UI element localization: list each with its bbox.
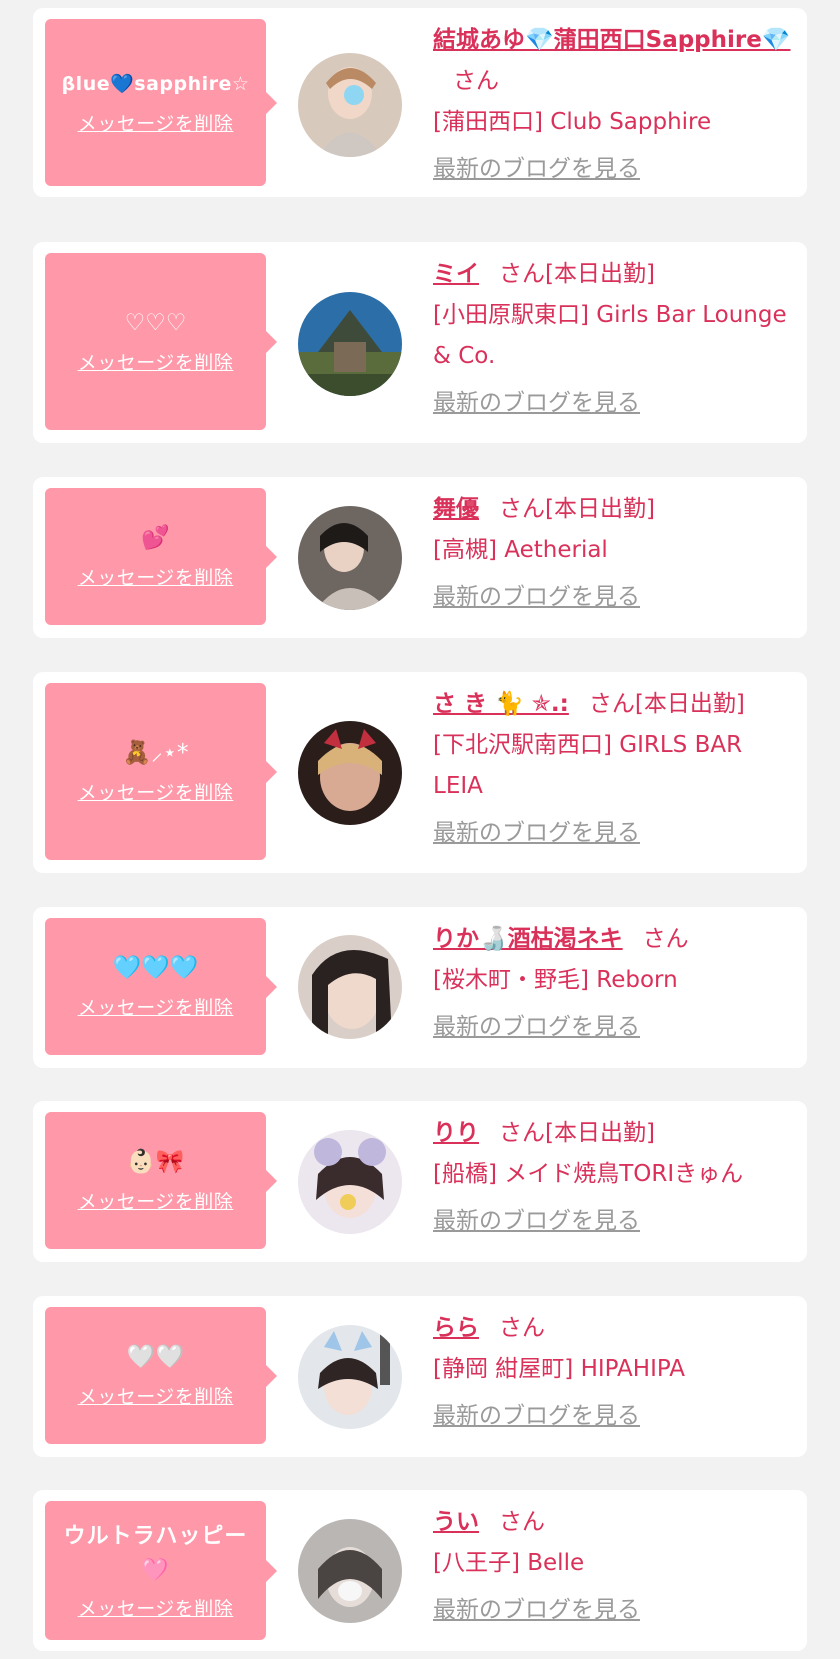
message-bubble: ウルトラハッピー🩷 メッセージを削除 <box>45 1501 277 1640</box>
shop-name: [下北沢駅南西口] GIRLS BAR LEIA <box>433 732 743 799</box>
message-text: 💕 <box>141 525 170 551</box>
cast-name-link[interactable]: うい <box>433 1509 479 1535</box>
message-card: 🩵🩵🩵 メッセージを削除 りか🍶酒枯渇ネキ さん [桜木町・野毛] Reborn … <box>33 907 807 1068</box>
shop-name: [桜木町・野毛] Reborn <box>433 967 678 993</box>
message-card: ♡♡♡ メッセージを削除 ミイ さん[本日出勤] [小田原駅東口] Girls B… <box>33 242 807 443</box>
avatar-image <box>298 292 402 396</box>
message-text: ♡♡♡ <box>124 310 187 336</box>
delete-message-link[interactable]: メッセージを削除 <box>78 1187 234 1214</box>
honorific: さん <box>499 1509 545 1535</box>
message-text: 🩵🩵🩵 <box>112 955 199 981</box>
honorific: さん <box>499 496 545 522</box>
honorific: さん <box>499 261 545 287</box>
work-status: [本日出勤] <box>545 496 655 522</box>
avatar-image <box>298 1130 402 1234</box>
message-card: 🤍🤍 メッセージを削除 らら さん [静岡 紺屋町] HIPAHIPA 最新のブロ… <box>33 1296 807 1457</box>
message-card: βlue💙sapphire☆ メッセージを削除 結城あゆ💎蒲田西口Sapphir… <box>33 8 807 197</box>
message-card: 💕 メッセージを削除 舞優 さん[本日出勤] [高槻] Aetherial 最新の… <box>33 477 807 638</box>
latest-blog-link[interactable]: 最新のブログを見る <box>433 1007 640 1048</box>
shop-name: [高槻] Aetherial <box>433 537 608 563</box>
shop-name: [蒲田西口] Club Sapphire <box>433 109 712 135</box>
honorific: さん <box>642 926 689 952</box>
honorific: さん <box>588 691 635 717</box>
message-text: 🤍🤍 <box>126 1344 185 1370</box>
shop-name: [八王子] Belle <box>433 1550 585 1576</box>
honorific: さん <box>499 1120 545 1146</box>
avatar-image <box>298 935 402 1039</box>
message-bubble: βlue💙sapphire☆ メッセージを削除 <box>45 19 277 186</box>
work-status: [本日出勤] <box>634 691 745 717</box>
honorific: さん <box>453 68 499 94</box>
cast-name-link[interactable]: さ き 🐈 ✯.: <box>433 691 569 717</box>
latest-blog-link[interactable]: 最新のブログを見る <box>433 813 640 854</box>
shop-name: [船橋] メイド焼鳥TORIきゅん <box>433 1161 744 1187</box>
cast-info: ミイ さん[本日出勤] [小田原駅東口] Girls Bar Lounge & C… <box>433 254 795 424</box>
avatar[interactable] <box>298 53 402 157</box>
work-status: [本日出勤] <box>545 1120 655 1146</box>
latest-blog-link[interactable]: 最新のブログを見る <box>433 383 640 424</box>
avatar-image <box>298 1325 402 1429</box>
message-card: ウルトラハッピー🩷 メッセージを削除 うい さん [八王子] Belle 最新のブ… <box>33 1490 807 1651</box>
delete-message-link[interactable]: メッセージを削除 <box>78 993 234 1020</box>
cast-name-link[interactable]: ミイ <box>433 261 479 287</box>
avatar[interactable] <box>298 1519 402 1623</box>
message-text: 🧸⸝⋆* <box>122 740 189 766</box>
cast-name-link[interactable]: 舞優 <box>433 496 479 522</box>
delete-message-link[interactable]: メッセージを削除 <box>78 348 234 375</box>
avatar[interactable] <box>298 1130 402 1234</box>
latest-blog-link[interactable]: 最新のブログを見る <box>433 1396 640 1437</box>
avatar[interactable] <box>298 506 402 610</box>
cast-name-link[interactable]: りり <box>433 1120 479 1146</box>
work-status: [本日出勤] <box>545 261 655 287</box>
cast-name-link[interactable]: りか🍶酒枯渇ネキ <box>433 926 623 952</box>
delete-message-link[interactable]: メッセージを削除 <box>78 778 234 805</box>
message-text: βlue💙sapphire☆ <box>61 73 250 95</box>
cast-info: 舞優 さん[本日出勤] [高槻] Aetherial 最新のブログを見る <box>433 489 795 618</box>
avatar-image <box>298 721 402 825</box>
message-card: 🧸⸝⋆* メッセージを削除 さ き 🐈 ✯.: さん[本日出勤] [下北沢駅南西口… <box>33 672 807 873</box>
message-text: ウルトラハッピー🩷 <box>63 1524 248 1583</box>
avatar[interactable] <box>298 935 402 1039</box>
latest-blog-link[interactable]: 最新のブログを見る <box>433 1590 640 1631</box>
avatar-image <box>298 1519 402 1623</box>
latest-blog-link[interactable]: 最新のブログを見る <box>433 149 640 190</box>
cast-info: 結城あゆ💎蒲田西口Sapphire💎 さん [蒲田西口] Club Sapphir… <box>433 20 795 190</box>
cast-info: りり さん[本日出勤] [船橋] メイド焼鳥TORIきゅん 最新のブログを見る <box>433 1113 795 1242</box>
avatar-image <box>298 506 402 610</box>
message-bubble: 🩵🩵🩵 メッセージを削除 <box>45 918 277 1055</box>
avatar[interactable] <box>298 1325 402 1429</box>
shop-name: [小田原駅東口] Girls Bar Lounge & Co. <box>433 302 787 369</box>
message-card: 👶🏻🎀 メッセージを削除 りり さん[本日出勤] [船橋] メイド焼鳥TORIきゅ… <box>33 1101 807 1262</box>
message-bubble: ♡♡♡ メッセージを削除 <box>45 253 277 430</box>
cast-info: りか🍶酒枯渇ネキ さん [桜木町・野毛] Reborn 最新のブログを見る <box>433 919 795 1048</box>
delete-message-link[interactable]: メッセージを削除 <box>78 563 234 590</box>
message-bubble: 👶🏻🎀 メッセージを削除 <box>45 1112 277 1249</box>
message-bubble: 🤍🤍 メッセージを削除 <box>45 1307 277 1444</box>
delete-message-link[interactable]: メッセージを削除 <box>78 1382 234 1409</box>
avatar-image <box>298 53 402 157</box>
delete-message-link[interactable]: メッセージを削除 <box>78 1594 234 1621</box>
latest-blog-link[interactable]: 最新のブログを見る <box>433 577 640 618</box>
avatar[interactable] <box>298 292 402 396</box>
cast-info: さ き 🐈 ✯.: さん[本日出勤] [下北沢駅南西口] GIRLS BAR LE… <box>433 684 795 854</box>
cast-info: うい さん [八王子] Belle 最新のブログを見る <box>433 1502 795 1631</box>
cast-name-link[interactable]: らら <box>433 1315 479 1341</box>
message-text: 👶🏻🎀 <box>126 1149 185 1175</box>
honorific: さん <box>499 1315 545 1341</box>
shop-name: [静岡 紺屋町] HIPAHIPA <box>433 1356 685 1382</box>
message-bubble: 🧸⸝⋆* メッセージを削除 <box>45 683 277 860</box>
cast-name-link[interactable]: 結城あゆ💎蒲田西口Sapphire💎 <box>433 27 791 53</box>
message-bubble: 💕 メッセージを削除 <box>45 488 277 625</box>
latest-blog-link[interactable]: 最新のブログを見る <box>433 1201 640 1242</box>
avatar[interactable] <box>298 721 402 825</box>
cast-info: らら さん [静岡 紺屋町] HIPAHIPA 最新のブログを見る <box>433 1308 795 1437</box>
delete-message-link[interactable]: メッセージを削除 <box>78 109 234 136</box>
